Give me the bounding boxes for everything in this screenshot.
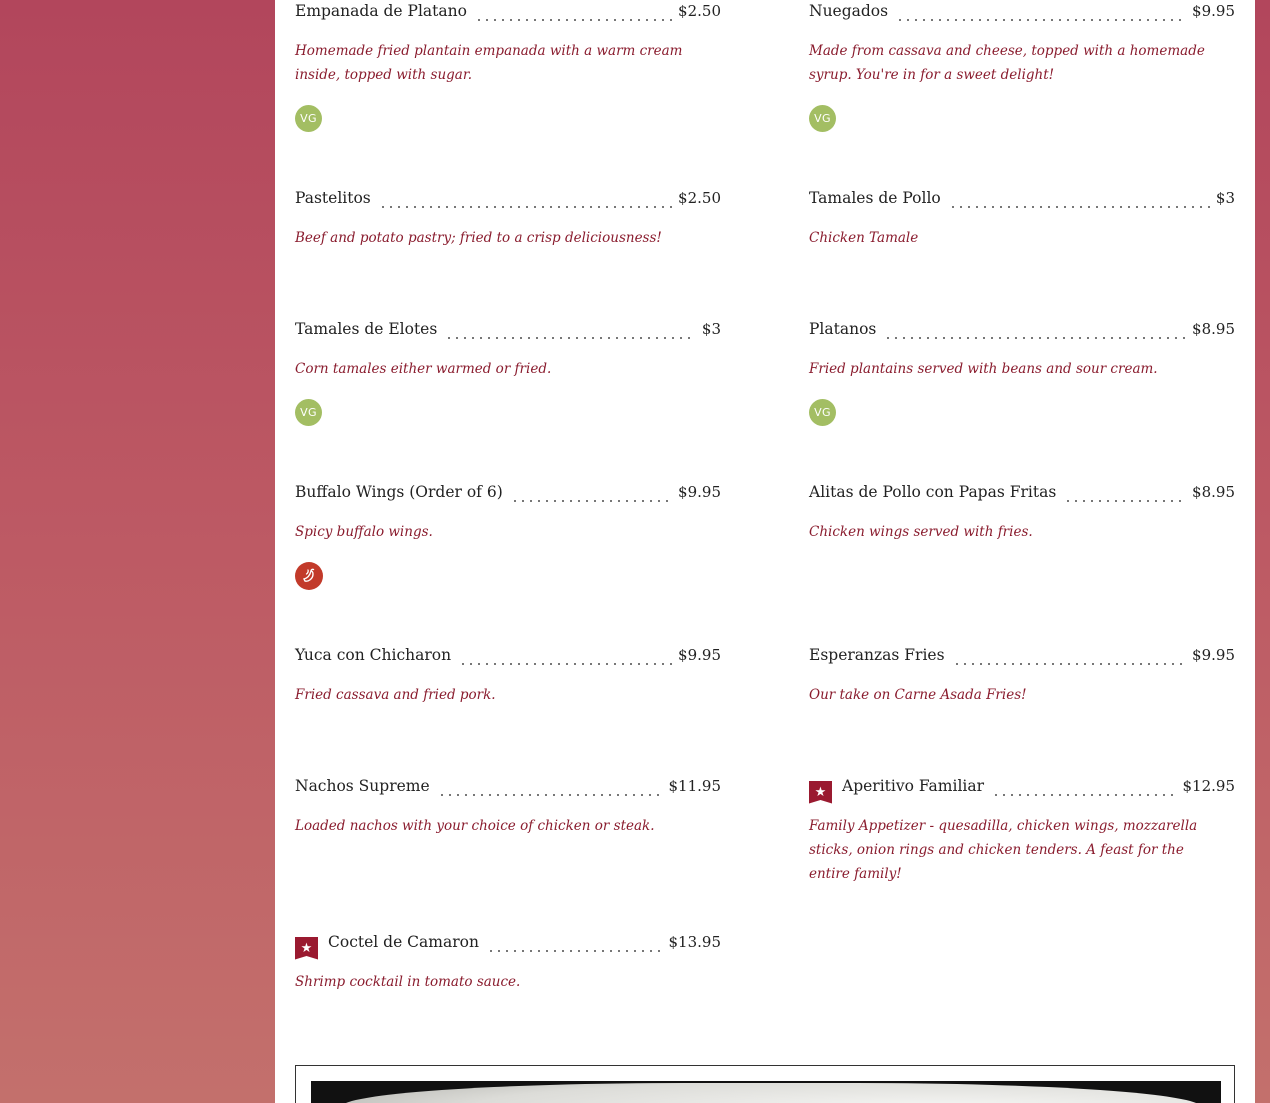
item-description: Family Appetizer - quesadilla, chicken w… <box>809 818 1198 882</box>
item-name: Nuegados <box>809 2 889 20</box>
item-description: Loaded nachos with your choice of chicke… <box>295 818 655 834</box>
item-price: $9.95 <box>678 646 721 664</box>
menu-item: Pastelitos $2.50 Beef and potato pastry;… <box>295 189 721 250</box>
dot-leader <box>948 205 1210 209</box>
item-price: $12.95 <box>1182 777 1236 795</box>
item-price: $9.95 <box>1192 2 1235 20</box>
dot-leader <box>474 18 673 22</box>
dot-leader <box>1064 499 1187 503</box>
menu-item: ★ Coctel de Camaron $13.95 Shrimp cockta… <box>295 933 721 994</box>
dot-leader <box>992 793 1177 797</box>
menu-item: Yuca con Chicharon $9.95 Fried cassava a… <box>295 646 721 707</box>
item-price: $13.95 <box>668 933 722 951</box>
item-price: $3 <box>701 320 721 338</box>
menu-item: Nuegados $9.95 Made from cassava and che… <box>809 2 1235 132</box>
item-name: Aperitivo Familiar <box>842 777 985 795</box>
plate-image <box>341 1083 1201 1103</box>
dot-leader <box>437 793 663 797</box>
menu-item: Platanos $8.95 Fried plantains served wi… <box>809 320 1235 426</box>
menu-item: Esperanzas Fries $9.95 Our take on Carne… <box>809 646 1235 707</box>
item-name: Pastelitos <box>295 189 371 207</box>
item-name: Empanada de Platano <box>295 2 467 20</box>
item-description: Shrimp cocktail in tomato sauce. <box>295 974 521 990</box>
menu-item: Empanada de Platano $2.50 Homemade fried… <box>295 2 721 132</box>
chili-pepper-icon <box>295 562 323 590</box>
item-description: Chicken Tamale <box>809 230 919 246</box>
dot-leader <box>378 205 673 209</box>
vegan-badge-icon: VG <box>295 399 322 426</box>
dot-leader <box>884 336 1187 340</box>
item-price: $9.95 <box>678 483 721 501</box>
item-name: Alitas de Pollo con Papas Fritas <box>809 483 1057 501</box>
dot-leader <box>896 18 1187 22</box>
dot-leader <box>510 499 673 503</box>
item-description: Made from cassava and cheese, topped wit… <box>809 43 1205 83</box>
item-price: $2.50 <box>678 2 721 20</box>
item-price: $9.95 <box>1192 646 1235 664</box>
dot-leader <box>445 336 696 340</box>
item-price: $11.95 <box>668 777 722 795</box>
item-price: $3 <box>1215 189 1235 207</box>
photo-frame <box>295 1065 1235 1103</box>
item-description: Homemade fried plantain empanada with a … <box>295 43 683 83</box>
item-description: Our take on Carne Asada Fries! <box>809 687 1027 703</box>
menu-item: Buffalo Wings (Order of 6) $9.95 Spicy b… <box>295 483 721 590</box>
item-name: Tamales de Elotes <box>295 320 438 338</box>
item-name: Coctel de Camaron <box>328 933 479 951</box>
dot-leader <box>952 662 1187 666</box>
menu-item: Alitas de Pollo con Papas Fritas $8.95 C… <box>809 483 1235 544</box>
vegan-badge-icon: VG <box>809 105 836 132</box>
dot-leader <box>486 949 663 953</box>
item-price: $8.95 <box>1192 320 1235 338</box>
vegan-badge-icon: VG <box>295 105 322 132</box>
item-description: Spicy buffalo wings. <box>295 524 433 540</box>
star-flag-icon: ★ <box>295 936 318 960</box>
dot-leader <box>459 662 673 666</box>
menu-panel: Empanada de Platano $2.50 Homemade fried… <box>275 0 1255 1103</box>
item-name: Buffalo Wings (Order of 6) <box>295 483 503 501</box>
vegan-badge-icon: VG <box>809 399 836 426</box>
menu-item: ★ Aperitivo Familiar $12.95 Family Appet… <box>809 777 1235 886</box>
item-price: $2.50 <box>678 189 721 207</box>
menu-item: Tamales de Pollo $3 Chicken Tamale <box>809 189 1235 250</box>
item-price: $8.95 <box>1192 483 1235 501</box>
item-name: Esperanzas Fries <box>809 646 945 664</box>
menu-item: Nachos Supreme $11.95 Loaded nachos with… <box>295 777 721 838</box>
food-photo <box>311 1081 1221 1103</box>
item-name: Tamales de Pollo <box>809 189 941 207</box>
item-description: Beef and potato pastry; fried to a crisp… <box>295 230 662 246</box>
menu-item: Tamales de Elotes $3 Corn tamales either… <box>295 320 721 426</box>
item-name: Nachos Supreme <box>295 777 430 795</box>
item-description: Fried plantains served with beans and so… <box>809 361 1158 377</box>
item-name: Yuca con Chicharon <box>295 646 452 664</box>
item-description: Fried cassava and fried pork. <box>295 687 496 703</box>
item-name: Platanos <box>809 320 877 338</box>
star-flag-icon: ★ <box>809 780 832 804</box>
item-description: Corn tamales either warmed or fried. <box>295 361 552 377</box>
item-description: Chicken wings served with fries. <box>809 524 1033 540</box>
